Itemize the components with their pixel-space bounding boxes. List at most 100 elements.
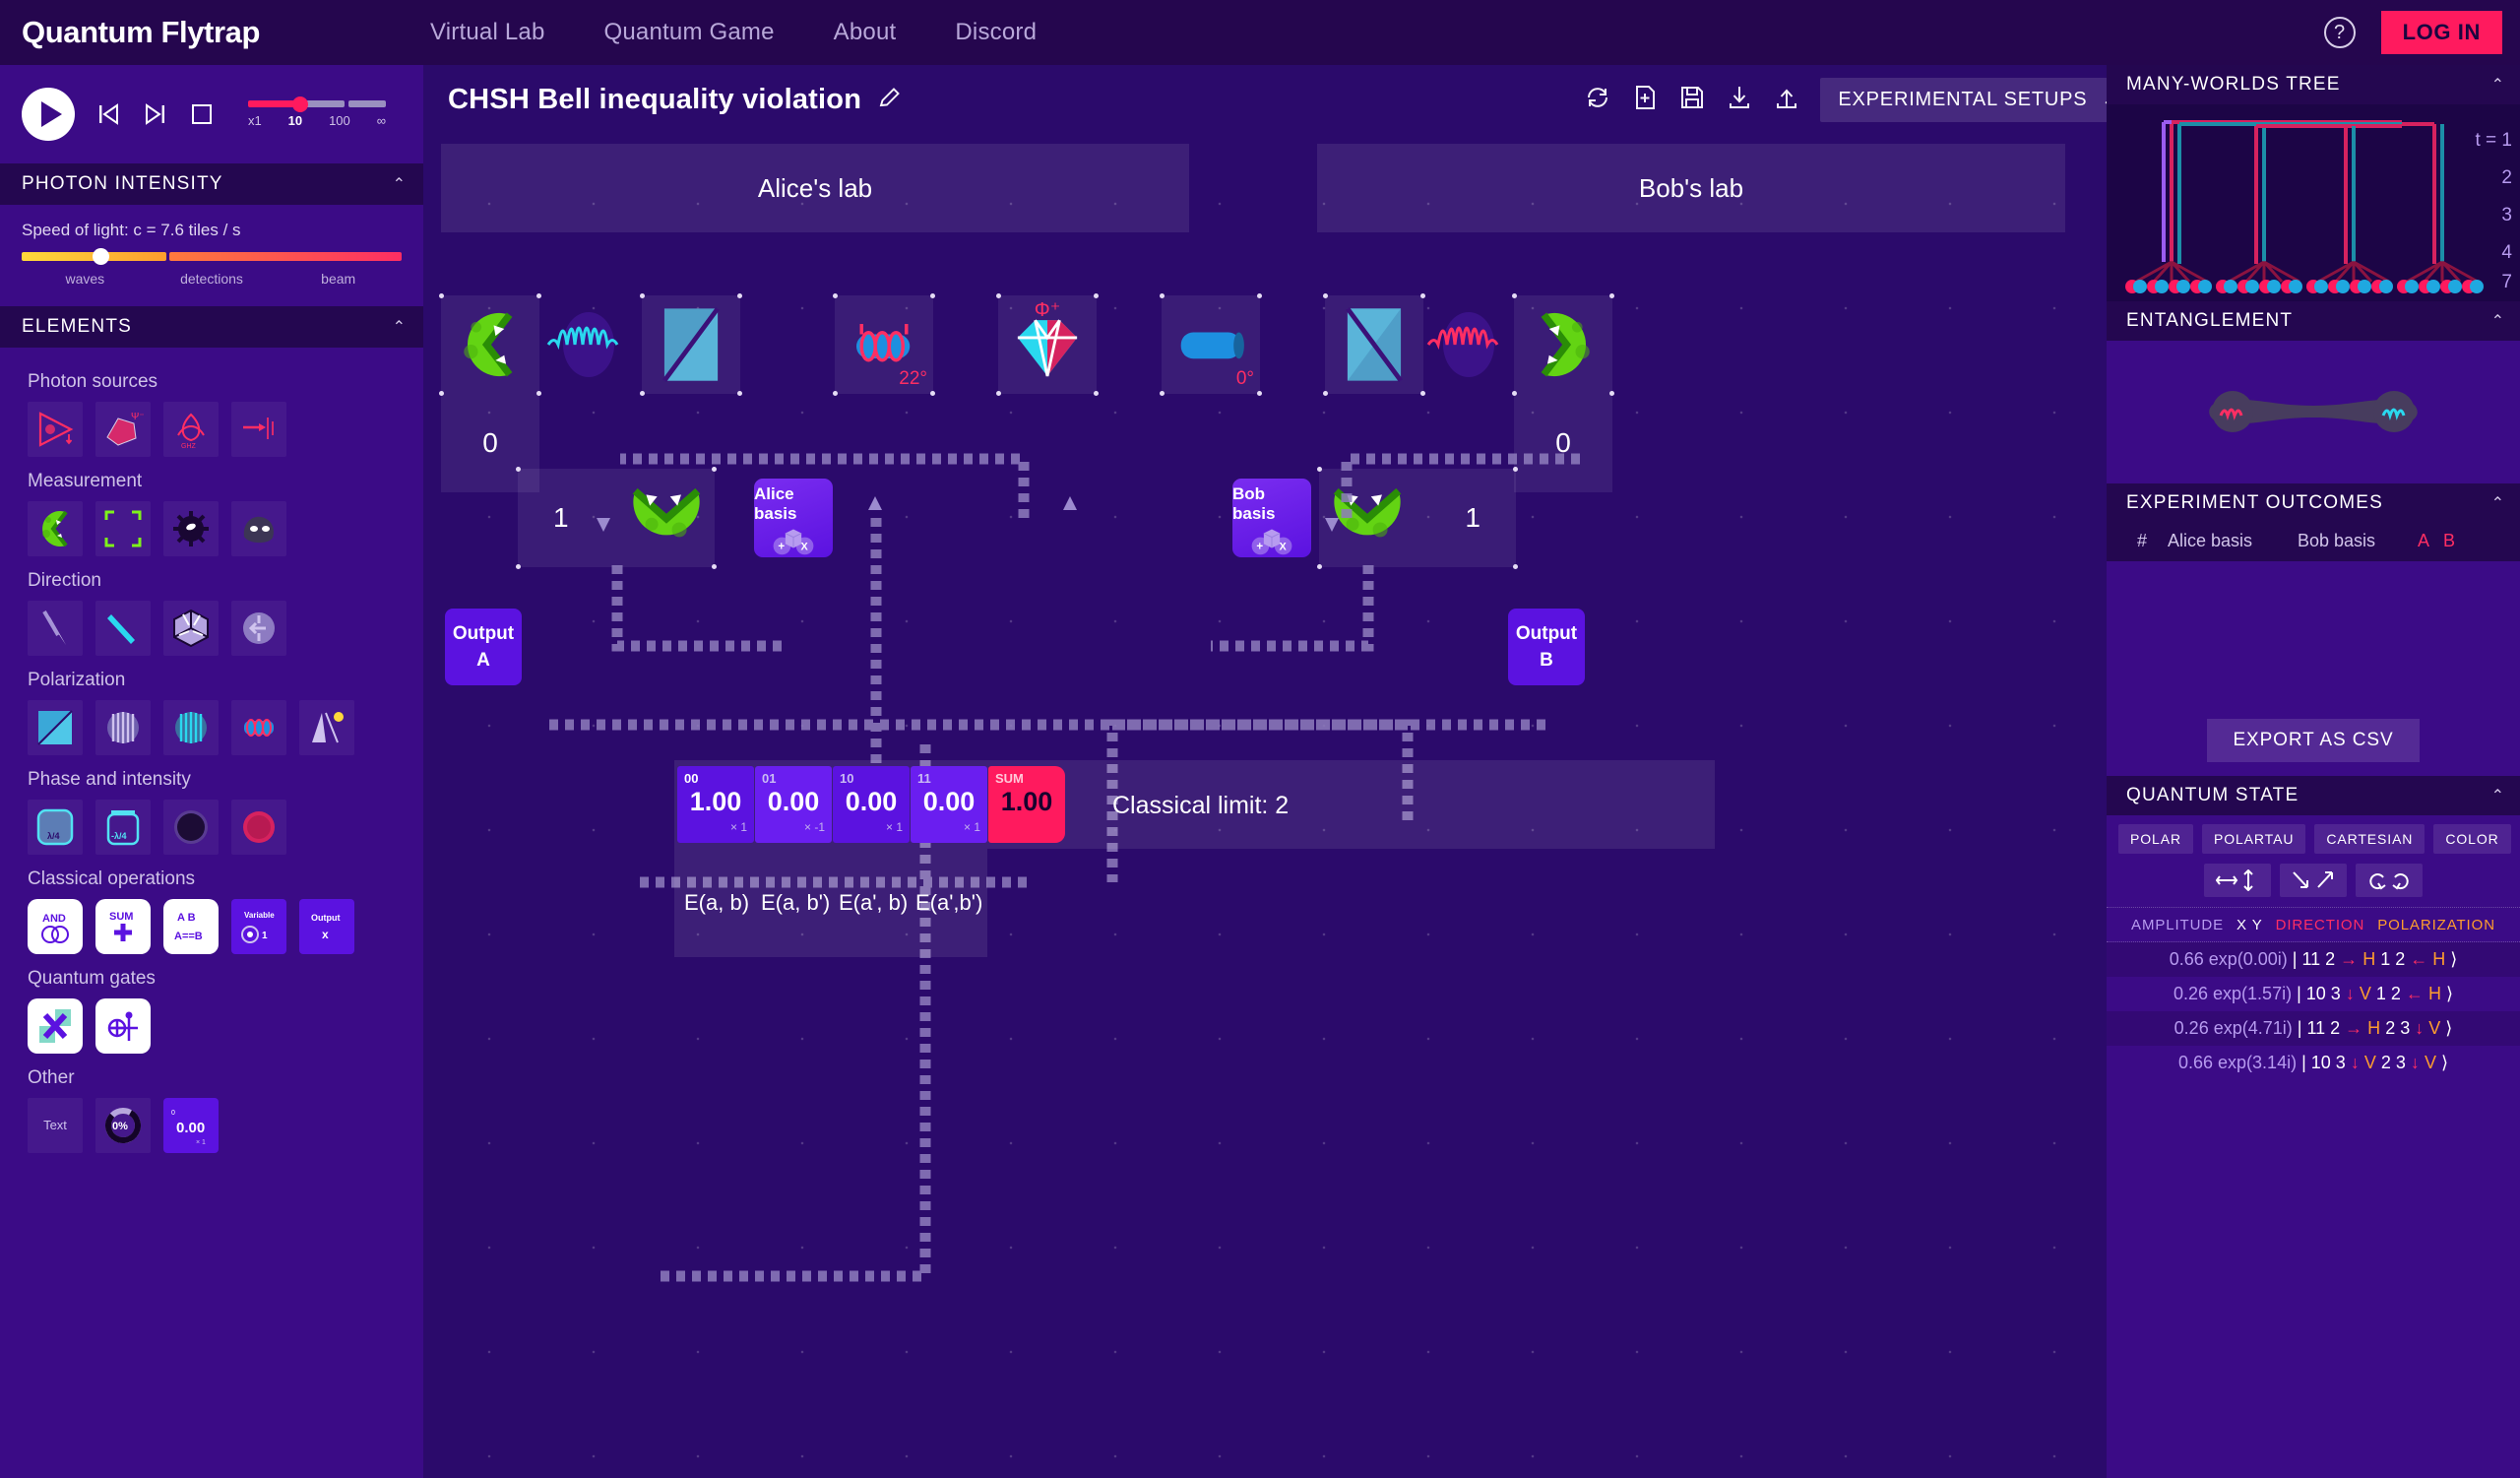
- login-button[interactable]: LOG IN: [2381, 11, 2502, 54]
- chsh-cell-10[interactable]: 10 0.00 × 1: [833, 766, 910, 843]
- absorber-icon[interactable]: [163, 800, 219, 855]
- alice-basis-box[interactable]: Alice basis + X: [754, 479, 833, 557]
- circular-arrows-icon[interactable]: [2356, 864, 2423, 897]
- alice-polarizer[interactable]: [642, 295, 740, 394]
- faraday-rotator-icon[interactable]: [231, 700, 286, 755]
- speed-slider-knob[interactable]: [292, 96, 308, 112]
- nav-link-virtual-lab[interactable]: Virtual Lab: [430, 19, 545, 46]
- photon-emitter-icon[interactable]: [231, 402, 286, 457]
- bob-lab-zone[interactable]: Bob's lab: [1317, 144, 2065, 232]
- nav-link-quantum-game[interactable]: Quantum Game: [604, 19, 775, 46]
- bob-polarizer[interactable]: [1325, 295, 1423, 394]
- stop-icon[interactable]: [189, 101, 215, 127]
- negative-quarter-wave-plate-icon[interactable]: -λ/4: [95, 800, 151, 855]
- dice-icon: + X: [1235, 524, 1308, 557]
- polarizing-beamsplitter-icon[interactable]: [231, 601, 286, 656]
- cnot-gate-icon[interactable]: [95, 998, 151, 1054]
- photon-intensity-section-header[interactable]: PHOTON INTENSITY ⌃: [0, 163, 423, 205]
- nav-link-about[interactable]: About: [834, 19, 897, 46]
- tab-color[interactable]: COLOR: [2433, 824, 2510, 854]
- tab-polar[interactable]: POLAR: [2118, 824, 2193, 854]
- chsh-cell-sum[interactable]: SUM 1.00: [988, 766, 1065, 843]
- skip-back-icon[interactable]: [94, 100, 122, 128]
- output-a-box[interactable]: Output A: [445, 609, 522, 685]
- refresh-icon[interactable]: [1584, 84, 1611, 116]
- sugar-solution-icon[interactable]: [299, 700, 354, 755]
- skip-forward-icon[interactable]: [142, 100, 169, 128]
- experiment-canvas[interactable]: Alice's lab Bob's lab 0 22° Φ⁺ 0°: [423, 134, 2107, 1478]
- upload-icon[interactable]: [1773, 84, 1800, 116]
- output-b-box[interactable]: Output B: [1508, 609, 1585, 685]
- bob-basis-box[interactable]: Bob basis + X: [1232, 479, 1311, 557]
- photon-intensity-knob[interactable]: [93, 248, 109, 265]
- new-file-icon[interactable]: [1631, 84, 1659, 116]
- percentage-gauge-icon[interactable]: 0%: [95, 1098, 151, 1153]
- attenuator-icon[interactable]: [231, 800, 286, 855]
- play-icon[interactable]: [22, 88, 75, 141]
- chevron-up-icon[interactable]: ⌃: [2491, 75, 2504, 95]
- rock-icon[interactable]: [231, 501, 286, 556]
- corner-cube-icon[interactable]: [163, 601, 219, 656]
- speed-tick-x1[interactable]: x1: [248, 113, 262, 128]
- bob-detector-top[interactable]: [1514, 295, 1612, 394]
- detector-area-icon[interactable]: [95, 501, 151, 556]
- speed-tick-infinite[interactable]: ∞: [377, 113, 386, 128]
- variable-icon[interactable]: Variable1: [231, 899, 286, 954]
- alice-lab-zone[interactable]: Alice's lab: [441, 144, 1189, 232]
- tab-polartau[interactable]: POLARTAU: [2202, 824, 2305, 854]
- tab-cartesian[interactable]: CARTESIAN: [2314, 824, 2425, 854]
- save-icon[interactable]: [1678, 84, 1706, 116]
- numeric-readout-icon[interactable]: 00.00× 1: [163, 1098, 219, 1153]
- mine-icon[interactable]: [163, 501, 219, 556]
- quantum-state-header[interactable]: QUANTUM STATE ⌃: [2107, 776, 2520, 815]
- entangled-photon-source[interactable]: Φ⁺: [998, 295, 1097, 394]
- entangled-photon-source-icon[interactable]: Ψ⁻: [95, 402, 151, 457]
- polarizer-horizontal-icon[interactable]: [163, 700, 219, 755]
- chevron-up-icon[interactable]: ⌃: [2491, 786, 2504, 805]
- laser-source-icon[interactable]: [28, 402, 83, 457]
- experiment-outcomes-header[interactable]: EXPERIMENT OUTCOMES ⌃: [2107, 483, 2520, 523]
- diagonal-arrows-icon[interactable]: [2280, 864, 2347, 897]
- speed-slider[interactable]: x1 10 100 ∞: [248, 100, 386, 128]
- many-worlds-tree-header[interactable]: MANY-WORLDS TREE ⌃: [2107, 65, 2520, 104]
- experimental-setups-button[interactable]: EXPERIMENTAL SETUPS ⌄: [1820, 78, 2136, 122]
- bob-photon-wave[interactable]: [1419, 295, 1518, 394]
- polarizer-vertical-icon[interactable]: [95, 700, 151, 755]
- text-label-icon[interactable]: Text: [28, 1098, 83, 1153]
- sum-gate-icon[interactable]: SUM: [95, 899, 151, 954]
- pencil-icon[interactable]: [877, 85, 903, 115]
- bob-faraday-rotator[interactable]: 0°: [1162, 295, 1260, 394]
- chevron-up-icon[interactable]: ⌃: [2491, 493, 2504, 513]
- alice-detector-bottom-readout[interactable]: 1: [518, 469, 715, 567]
- speed-tick-100[interactable]: 100: [329, 113, 350, 128]
- and-gate-icon[interactable]: AND: [28, 899, 83, 954]
- chsh-cell-11[interactable]: 11 0.00 × 1: [911, 766, 987, 843]
- entanglement-header[interactable]: ENTANGLEMENT ⌃: [2107, 301, 2520, 341]
- alice-detector-top[interactable]: [441, 295, 539, 394]
- chevron-up-icon[interactable]: ⌃: [2491, 311, 2504, 331]
- chsh-cell-01[interactable]: 01 0.00 × -1: [755, 766, 832, 843]
- detector-flytrap-icon[interactable]: [28, 501, 83, 556]
- pauli-x-gate-icon[interactable]: [28, 998, 83, 1054]
- alice-faraday-rotator[interactable]: 22°: [835, 295, 933, 394]
- help-icon[interactable]: ?: [2324, 17, 2356, 48]
- horizontal-vertical-arrows-icon[interactable]: [2204, 864, 2271, 897]
- ghz-source-icon[interactable]: GHZ: [163, 402, 219, 457]
- mirror-icon[interactable]: [28, 601, 83, 656]
- polarizer-diagonal-icon[interactable]: [28, 700, 83, 755]
- quarter-wave-plate-icon[interactable]: λ/4: [28, 800, 83, 855]
- download-icon[interactable]: [1726, 84, 1753, 116]
- nav-link-discord[interactable]: Discord: [955, 19, 1037, 46]
- speed-tick-10[interactable]: 10: [288, 113, 302, 128]
- output-icon[interactable]: Outputx: [299, 899, 354, 954]
- elements-section-header[interactable]: ELEMENTS ⌃: [0, 306, 423, 348]
- alice-photon-wave[interactable]: [539, 295, 638, 394]
- chevron-up-icon[interactable]: ⌃: [393, 317, 406, 337]
- beam-splitter-icon[interactable]: [95, 601, 151, 656]
- chevron-up-icon[interactable]: ⌃: [393, 174, 406, 194]
- export-csv-button[interactable]: EXPORT AS CSV: [2207, 719, 2419, 762]
- equality-gate-icon[interactable]: A BA==B: [163, 899, 219, 954]
- bob-detector-bottom-readout[interactable]: 1: [1319, 469, 1516, 567]
- chsh-cell-00[interactable]: 00 1.00 × 1: [677, 766, 754, 843]
- photon-intensity-slider[interactable]: [22, 252, 402, 261]
